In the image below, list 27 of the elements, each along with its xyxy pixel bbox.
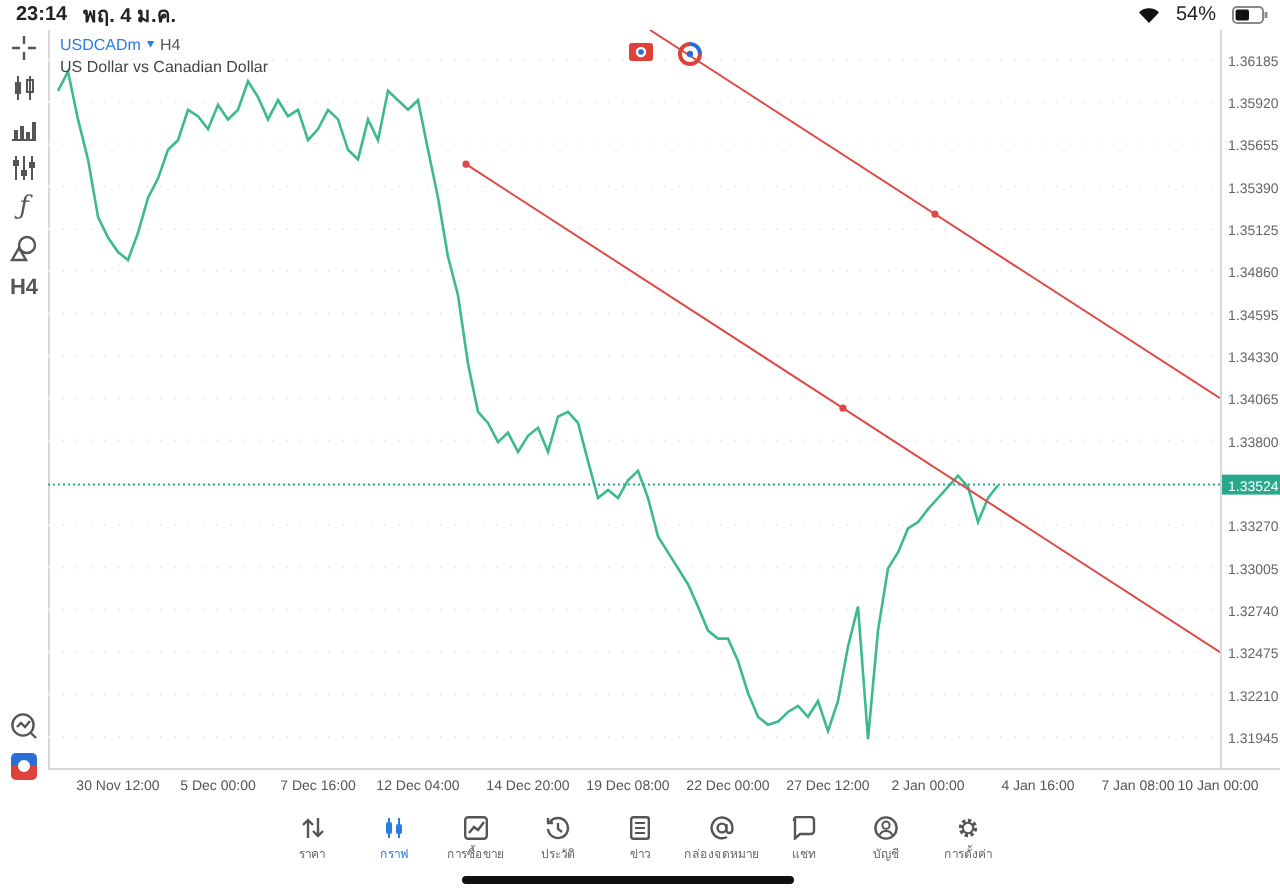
timeframe-label: H4 xyxy=(159,34,181,56)
person-icon xyxy=(874,816,898,840)
candlestick-icon xyxy=(382,816,406,840)
symbol-name[interactable]: USDCADm xyxy=(60,34,141,56)
crosshair-icon[interactable] xyxy=(10,34,38,62)
status-date: พฤ. 4 ม.ค. xyxy=(83,4,177,30)
newspaper-icon xyxy=(628,816,652,840)
battery-percent: 54% xyxy=(1175,4,1216,26)
symbol-description: US Dollar vs Canadian Dollar xyxy=(60,56,269,78)
app-logo-icon[interactable] xyxy=(10,752,38,780)
camera-icon[interactable] xyxy=(628,42,654,62)
chat-icon xyxy=(792,816,816,840)
candlestick-icon[interactable] xyxy=(10,74,38,102)
battery-icon xyxy=(1232,6,1268,24)
refresh-icon[interactable] xyxy=(678,42,702,66)
chart-search-icon[interactable] xyxy=(10,712,38,740)
function-button[interactable]: ƒ xyxy=(19,194,29,222)
status-time: 23:14 xyxy=(16,4,68,26)
chart-icon xyxy=(464,816,488,840)
sliders-icon[interactable] xyxy=(10,154,38,182)
timeframe-button[interactable]: H4 xyxy=(9,274,39,302)
gear-icon xyxy=(956,816,980,840)
at-sign-icon xyxy=(710,816,734,840)
history-icon xyxy=(546,816,570,840)
shapes-icon[interactable] xyxy=(10,234,38,262)
wifi-icon xyxy=(1137,6,1160,24)
arrows-icon xyxy=(300,816,324,840)
